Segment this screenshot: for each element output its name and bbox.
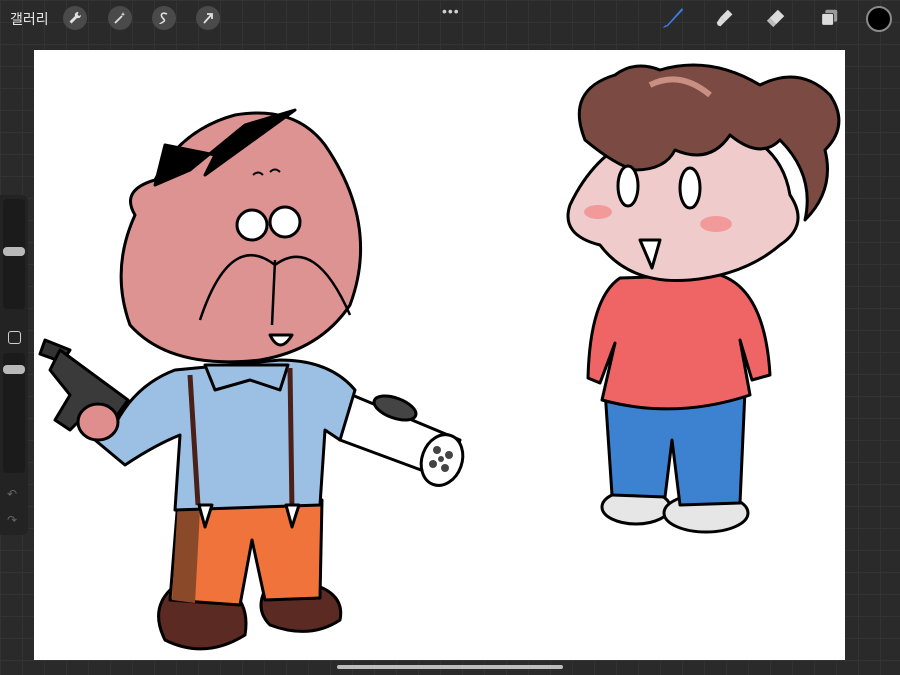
brush-icon (663, 8, 683, 28)
modify-button[interactable] (8, 331, 21, 344)
selection-icon (159, 12, 168, 25)
layers-icon (821, 9, 838, 26)
smudge-icon (716, 9, 733, 27)
more-menu-button[interactable]: ••• (442, 3, 460, 19)
home-indicator (337, 665, 563, 669)
actions-button[interactable] (63, 6, 87, 30)
sidebar: ↶ ↷ (0, 195, 28, 535)
drawing-canvas[interactable] (34, 50, 845, 660)
gallery-button[interactable]: 갤러리 (10, 9, 49, 29)
transform-button[interactable] (196, 6, 220, 30)
opacity-thumb[interactable] (3, 365, 25, 374)
magic-wand-icon (114, 12, 126, 24)
artwork (38, 63, 841, 651)
girl-character (566, 63, 841, 534)
eraser-icon (766, 9, 785, 28)
top-toolbar: 갤러리 ••• (0, 0, 900, 36)
redo-arrow-icon[interactable]: ↷ (7, 513, 17, 527)
wrench-icon (69, 11, 82, 24)
layers-button[interactable] (817, 6, 841, 30)
old-man-character (38, 108, 465, 651)
transform-arrow-icon (203, 13, 213, 24)
color-picker-button[interactable] (866, 6, 892, 32)
brush-size-thumb[interactable] (3, 247, 25, 256)
selection-button[interactable] (152, 6, 176, 30)
adjustments-button[interactable] (108, 6, 132, 30)
brush-button[interactable] (661, 6, 685, 30)
undo-arrow-icon[interactable]: ↶ (7, 487, 17, 501)
eraser-button[interactable] (764, 6, 788, 30)
smudge-button[interactable] (714, 6, 738, 30)
